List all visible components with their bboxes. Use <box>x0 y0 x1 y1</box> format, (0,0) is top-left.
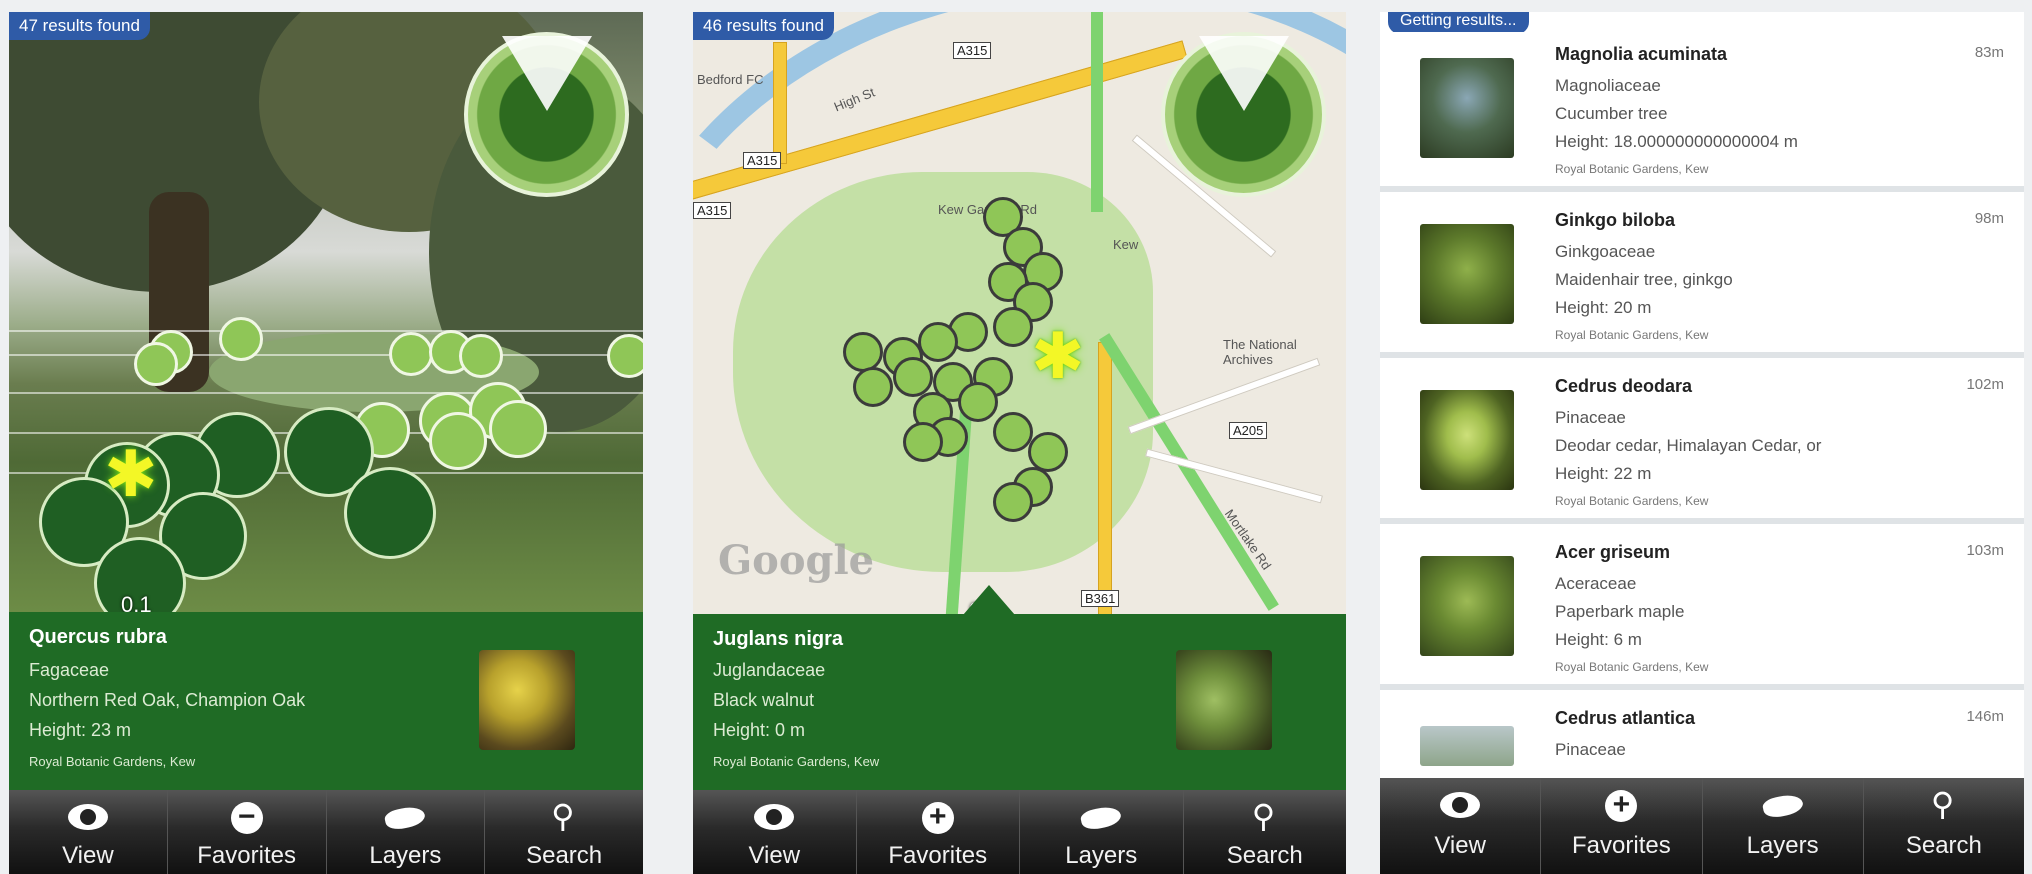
tree-marker[interactable] <box>893 357 933 397</box>
search-button[interactable]: ⚲ Search <box>485 790 643 874</box>
main-road <box>773 42 787 164</box>
tree-marker[interactable] <box>958 382 998 422</box>
list-item[interactable]: Cedrus deodara 102m Pinaceae Deodar ceda… <box>1380 364 2024 524</box>
tree-marker[interactable] <box>993 307 1033 347</box>
map-screen: A315 A315 A315 A205 B361 Bedford FC High… <box>693 12 1346 874</box>
tree-family: Juglandaceae <box>713 660 826 680</box>
road-label: A205 <box>1229 422 1268 439</box>
road-label: A315 <box>743 152 782 169</box>
tree-thumbnail[interactable] <box>479 650 575 750</box>
tree-marker[interactable] <box>459 334 503 378</box>
tree-location: Royal Botanic Gardens, Kew <box>29 754 196 769</box>
street-name: Kew <box>1113 237 1139 252</box>
layers-icon <box>1079 804 1123 832</box>
layers-button[interactable]: Layers <box>1020 790 1184 874</box>
radar-compass[interactable] <box>464 32 629 197</box>
tree-marker[interactable] <box>134 342 178 386</box>
search-button[interactable]: ⚲ Search <box>1184 790 1347 874</box>
tree-marker[interactable] <box>903 422 943 462</box>
road-label: B361 <box>1081 590 1120 607</box>
tree-common-name: Northern Red Oak, Champion Oak <box>29 690 306 710</box>
tree-height: Height: 0 m <box>713 720 806 740</box>
list-item[interactable]: Magnolia acuminata 83m Magnoliaceae Cucu… <box>1380 32 2024 192</box>
distance-label: 0.1 <box>121 592 152 612</box>
layers-icon <box>1760 792 1805 820</box>
layers-button[interactable]: Layers <box>327 790 486 874</box>
tree-name: Juglans nigra <box>713 628 844 650</box>
tree-height: Height: 23 m <box>29 720 132 740</box>
view-button[interactable]: View <box>1380 778 1542 874</box>
tree-marker[interactable] <box>344 467 436 559</box>
tree-marker[interactable] <box>843 332 883 372</box>
loading-badge: Getting results... <box>1388 12 1529 34</box>
tree-info-panel[interactable]: Quercus rubra Fagaceae Northern Red Oak,… <box>9 612 643 790</box>
tree-thumbnail <box>1420 390 1514 490</box>
search-button[interactable]: ⚲ Search <box>1864 778 2024 874</box>
tree-thumbnail <box>1420 224 1514 324</box>
tree-marker[interactable] <box>993 482 1033 522</box>
radar-compass[interactable] <box>1161 32 1326 197</box>
view-button[interactable]: View <box>693 790 857 874</box>
list-item[interactable]: Ginkgo biloba 98m Ginkgoaceae Maidenhair… <box>1380 198 2024 358</box>
minus-circle-icon: − <box>230 802 263 834</box>
tree-info-panel[interactable]: Juglans nigra Juglandaceae Black walnut … <box>693 614 1346 790</box>
tree-thumbnail <box>1420 58 1514 158</box>
layers-button[interactable]: Layers <box>1703 778 1864 874</box>
favorites-button[interactable]: + Favorites <box>857 790 1020 874</box>
tree-marker[interactable] <box>918 322 958 362</box>
tree-thumbnail <box>1420 556 1514 656</box>
results-count-badge: 46 results found <box>693 12 834 40</box>
green-route <box>1091 12 1103 212</box>
tree-thumbnail[interactable] <box>1176 650 1272 750</box>
eye-icon <box>67 804 108 830</box>
tree-marker[interactable] <box>219 317 263 361</box>
view-button[interactable]: View <box>9 790 168 874</box>
tree-name: Quercus rubra <box>29 626 167 648</box>
main-road <box>1098 342 1112 624</box>
selected-tree-star-icon[interactable]: ✱ <box>1031 324 1085 388</box>
road-label: A315 <box>693 202 732 219</box>
favorites-button[interactable]: − Favorites <box>168 790 327 874</box>
search-icon: ⚲ <box>1930 786 1955 822</box>
road-label: A315 <box>953 42 992 59</box>
map-label: Bedford FC <box>697 72 764 87</box>
panel-pointer <box>963 585 1015 615</box>
tree-common-name: Black walnut <box>713 690 815 710</box>
selected-tree-star-icon[interactable]: ✱ <box>104 442 158 506</box>
eye-icon <box>1440 792 1481 818</box>
bottom-toolbar: View − Favorites Layers ⚲ Search <box>9 790 643 874</box>
tree-marker[interactable] <box>389 332 433 376</box>
tree-marker[interactable] <box>853 367 893 407</box>
tree-marker[interactable] <box>429 412 487 470</box>
bottom-toolbar: View + Favorites Layers ⚲ Search <box>1380 778 2024 874</box>
tree-marker[interactable] <box>993 412 1033 452</box>
layers-icon <box>383 804 428 832</box>
radar-view-wedge <box>1198 36 1289 111</box>
tree-thumbnail <box>1420 726 1514 766</box>
plus-circle-icon: + <box>1605 790 1638 822</box>
search-icon: ⚲ <box>551 798 575 834</box>
tree-marker[interactable] <box>489 400 547 458</box>
camera-screen: ✱ 0.1 47 results found Quercus rubra Fag… <box>9 12 643 874</box>
search-icon: ⚲ <box>1251 798 1276 834</box>
street-name: The National Archives <box>1223 337 1297 367</box>
favorites-button[interactable]: + Favorites <box>1541 778 1703 874</box>
list-screen: Getting results... Magnolia acuminata 83… <box>1380 12 2024 874</box>
bottom-toolbar: View + Favorites Layers ⚲ Search <box>693 790 1346 874</box>
results-count-badge: 47 results found <box>9 12 150 40</box>
tree-marker[interactable] <box>607 334 643 378</box>
eye-icon <box>754 804 795 830</box>
tree-marker[interactable] <box>1028 432 1068 472</box>
google-watermark: Google <box>718 537 875 584</box>
tree-family: Fagaceae <box>29 660 110 680</box>
list-item[interactable]: Cedrus atlantica 146m Pinaceae <box>1380 696 2024 786</box>
list-item[interactable]: Acer griseum 103m Aceraceae Paperbark ma… <box>1380 530 2024 690</box>
plus-circle-icon: + <box>921 802 954 834</box>
tree-location: Royal Botanic Gardens, Kew <box>713 754 880 769</box>
radar-view-wedge <box>501 36 592 111</box>
